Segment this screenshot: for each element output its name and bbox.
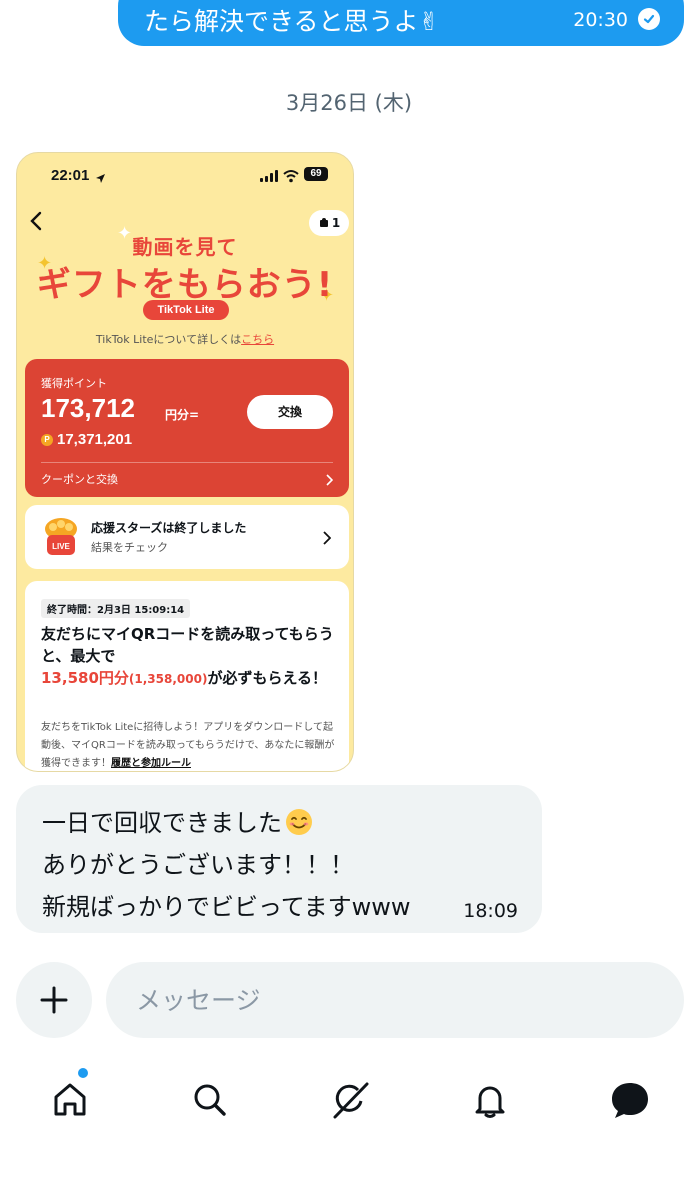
nav-grok-tab[interactable] [320, 1070, 380, 1130]
grok-icon [333, 1082, 369, 1119]
outgoing-message-time: 20:30 [573, 9, 628, 31]
tiktok-lite-logo: TikTok Lite [143, 300, 229, 320]
incoming-line-3: 新規ばっかりでビビってますwww [42, 893, 411, 921]
home-notification-dot [78, 1068, 88, 1078]
messages-icon [612, 1083, 648, 1118]
nav-notifications-tab[interactable] [460, 1070, 520, 1130]
campaign-coins: (1,358,000) [128, 672, 208, 686]
nav-search-tab[interactable] [180, 1070, 240, 1130]
hero-title-small: 動画を見て [132, 235, 238, 259]
location-arrow-icon [95, 169, 106, 188]
live-trophy-icon: LIVE [43, 515, 79, 559]
chevron-right-icon [322, 530, 332, 549]
tiktok-info-text: TikTok Liteについて詳しくはこちら [17, 331, 353, 347]
nav-messages-tab[interactable] [600, 1070, 660, 1130]
campaign-title-b: が必ずもらえる！ [207, 669, 327, 687]
incoming-line-2: ありがとうございます！！！ [42, 851, 354, 879]
coin-icon: P [41, 433, 53, 446]
campaign-amount: 13,580円分 [41, 669, 129, 687]
info-link: こちら [241, 333, 275, 346]
live-subtitle: 結果をチェック [91, 541, 168, 554]
campaign-title-a: 友だちにマイQRコードを読み取ってもらうと、最大で [41, 625, 334, 665]
hero-title-large: ギフトをもらおう! [36, 265, 334, 305]
campaign-description: 友だちをTikTok Liteに招待しよう！アプリをダウンロードして起動後、マイ… [41, 719, 341, 771]
live-title: 応援スターズは終了しました [91, 521, 247, 535]
read-check-icon [638, 8, 660, 30]
campaign-title: 友だちにマイQRコードを読み取ってもらうと、最大で 13,580円分(1,358… [41, 623, 337, 690]
add-attachment-button[interactable] [16, 962, 92, 1038]
message-input[interactable] [106, 962, 684, 1038]
bell-icon [475, 1086, 505, 1118]
incoming-message-time: 18:09 [463, 900, 518, 922]
gift-badge-count: 1 [331, 216, 341, 230]
points-unit: 円分= [165, 408, 200, 422]
bottom-nav [0, 1060, 698, 1140]
points-value: 173,712 [41, 393, 135, 423]
attached-status-bar: 22:01 69 [17, 153, 353, 197]
nav-home-tab[interactable] [40, 1070, 100, 1130]
battery-icon: 69 [304, 167, 328, 181]
home-icon [54, 1083, 86, 1116]
info-prefix: TikTok Liteについて詳しくは [95, 333, 242, 346]
outgoing-message-bubble[interactable]: たら解決できると思うよ✌ 20:30 [118, 0, 684, 46]
smile-emoji-icon [286, 809, 312, 835]
outgoing-message-text: たら解決できると思うよ✌ [144, 7, 440, 36]
coupon-exchange-link: クーポンと交換 [41, 473, 118, 486]
divider [41, 462, 333, 463]
campaign-end-time: 終了時間：2月3日 15:09:14 [41, 599, 191, 618]
incoming-message-bubble[interactable]: 一日で回収できました ありがとうございます！！！ 新規ばっかりでビビってますww… [16, 785, 542, 933]
attached-status-time: 22:01 [51, 167, 90, 184]
chevron-right-icon [325, 471, 334, 490]
points-coins: P 17,371,201 [41, 431, 132, 448]
signal-icon [260, 170, 278, 182]
incoming-line-1-text: 一日で回収できました [42, 809, 282, 837]
points-card: 獲得ポイント 173,712 円分= P 17,371,201 交換 クーポンと… [25, 359, 349, 497]
search-icon [194, 1084, 226, 1116]
points-coins-value: 17,371,201 [57, 431, 133, 448]
puzzle-icon [319, 218, 328, 227]
svg-text:LIVE: LIVE [52, 542, 70, 551]
wifi-icon [283, 168, 299, 187]
plus-icon [40, 986, 68, 1014]
date-separator: 3月26日 (木) [285, 91, 413, 115]
campaign-rules-link: 履歴と参加ルール [111, 758, 191, 769]
incoming-line-1: 一日で回収できました [42, 803, 313, 838]
points-label: 獲得ポイント [41, 377, 107, 390]
live-card: LIVE 応援スターズは終了しました 結果をチェック [25, 505, 349, 569]
campaign-card: 終了時間：2月3日 15:09:14 友だちにマイQRコードを読み取ってもらうと… [25, 581, 349, 771]
exchange-button: 交換 [247, 395, 333, 429]
attached-image[interactable]: 22:01 69 1 ✦ ✦ ✦ 動画を見て ギフトをもらおう! TikTok … [16, 152, 354, 772]
